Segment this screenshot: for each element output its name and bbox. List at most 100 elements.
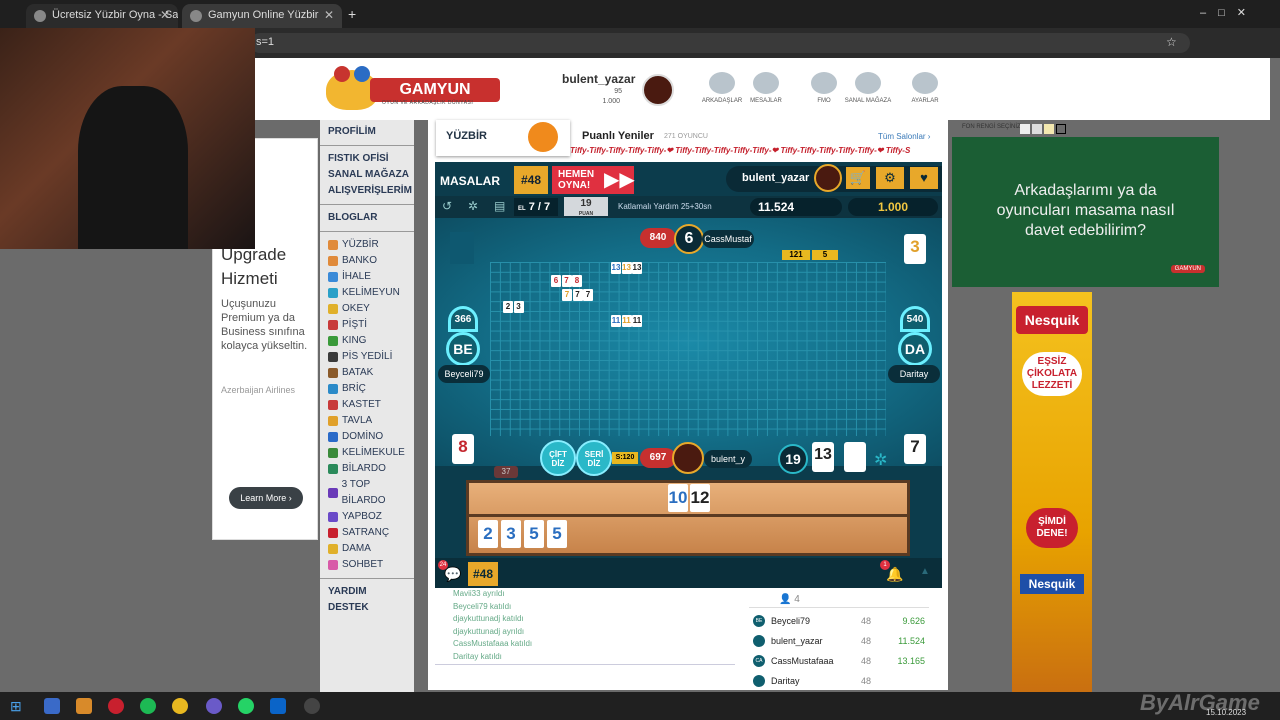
draw-pile[interactable] [844,442,866,472]
nav-purchases[interactable]: ALIŞVERİŞLERİM [320,183,414,199]
color-swatch[interactable] [1044,124,1054,134]
nav-game-item[interactable]: BANKO [320,253,414,269]
invite-ad[interactable]: Arkadaşlarımı ya da oyuncuları masama na… [952,137,1219,287]
app-icon[interactable] [304,698,320,714]
gear-icon[interactable]: ⚙ [876,167,904,189]
opera-icon[interactable] [108,698,124,714]
chrome-icon[interactable] [172,698,188,714]
avatar[interactable] [642,74,674,106]
table-tab[interactable]: #48 [468,562,498,586]
user-row[interactable]: Daritay 48 [753,672,929,692]
nav-game-item[interactable]: BATAK [320,365,414,381]
tables-button[interactable]: MASALAR [440,174,500,188]
new-tab-icon[interactable]: + [348,6,356,22]
discard-tile[interactable]: 7 [904,434,926,464]
nav-game-item[interactable]: KASTET [320,397,414,413]
game-selector[interactable]: YÜZBİR [436,120,570,156]
nav-help[interactable]: YARDIM [320,584,414,600]
series-button[interactable]: SERİ DİZ [576,440,612,476]
nav-game-item[interactable]: BRİÇ [320,381,414,397]
cart-icon[interactable]: 🛒 [846,167,870,189]
nesquik-ad[interactable]: Nesquik EŞSİZ ÇİKOLATA LEZZETİ ŞİMDİ DEN… [1012,292,1092,692]
bg-color-label: FON RENGİ SEÇİNİZ [962,124,1021,130]
user-row[interactable]: BE Beyceli79 48 9.626 [753,612,929,632]
nav-game-item[interactable]: KING [320,333,414,349]
close-icon[interactable]: ✕ [160,8,170,22]
clipboard-icon[interactable]: ▤ [494,199,505,213]
nav-game-item[interactable]: DOMİNO [320,429,414,445]
nav-game-item[interactable]: PİS YEDİLİ [320,349,414,365]
user-row[interactable]: CA CassMustafaaa 48 13.165 [753,652,929,672]
color-swatch[interactable] [1032,124,1042,134]
star-icon[interactable]: ☆ [1166,35,1177,49]
rack-tile[interactable]: 12 [690,484,710,512]
user-badge [753,675,765,687]
nav-game-item[interactable]: PİŞTİ [320,317,414,333]
browser-tab[interactable]: Ücretsiz Yüzbir Oyna - Salon Li✕ [26,4,178,28]
nav-game-item[interactable]: YÜZBİR [320,237,414,253]
user-row[interactable]: bulent_yazar 48 11.524 [753,632,929,652]
settings-icon[interactable]: ✲ [468,199,478,213]
all-rooms-link[interactable]: Tüm Salonlar › [878,132,930,141]
my-score: 697 [640,448,676,468]
nav-game-item[interactable]: 3 TOP BİLARDO [320,477,414,509]
gamyun-logo[interactable]: GAMYUN OYUN VE ARKADAŞLIK DÜNYASI [322,66,500,112]
rack-tile[interactable]: 5 [524,520,544,548]
nav-game-item[interactable]: SOHBET [320,557,414,573]
play-now-button[interactable]: HEMEN OYNA! [552,166,604,194]
app-icon[interactable] [44,698,60,714]
chat-icon[interactable]: 💬 [444,566,461,583]
gear-icon[interactable]: ✲ [874,450,887,470]
browser-tab-active[interactable]: Gamyun Online Yüzbir ✕ [182,4,342,28]
nav-game-item[interactable]: KELİMEKULE [320,445,414,461]
nav-game-item[interactable]: İHALE [320,269,414,285]
heart-icon[interactable]: ♥ [910,167,938,189]
collapse-icon[interactable]: ▲ [920,566,930,577]
learn-more-button[interactable]: Learn More › [229,487,303,509]
header-username[interactable]: bulent_yazar [562,72,635,86]
rack-tile[interactable]: 3 [501,520,521,548]
nav-virtual-store[interactable]: SANAL MAĞAZA [320,167,414,183]
right-player-name: Daritay [888,365,940,383]
discard-tile[interactable]: 3 [904,234,926,264]
app-icon[interactable] [76,698,92,714]
discard-tile[interactable]: 8 [452,434,474,464]
color-swatch[interactable] [1020,124,1030,134]
nav-game-item[interactable]: SATRANÇ [320,525,414,541]
nav-messages[interactable]: MESAJLAR [736,72,796,104]
nav-game-item[interactable]: DAMA [320,541,414,557]
chat-input[interactable] [435,664,735,684]
nav-store[interactable]: SANAL MAĞAZA [838,72,898,104]
nav-blogs[interactable]: BLOGLAR [320,210,414,226]
nav-profile[interactable]: PROFİLİM [320,124,414,140]
user-table: 48 [861,676,872,686]
whatsapp-icon[interactable] [238,698,254,714]
rack-tile[interactable]: 5 [547,520,567,548]
nav-support[interactable]: DESTEK [320,600,414,616]
spotify-icon[interactable] [140,698,156,714]
nav-game-item[interactable]: OKEY [320,301,414,317]
play-arrow-icon[interactable]: ▶▶ [604,166,635,194]
yuzbir-icon [528,122,558,152]
undo-icon[interactable]: ↺ [442,199,452,213]
meld-grid [490,262,886,436]
close-icon[interactable]: ✕ [324,8,334,22]
double-button[interactable]: ÇİFT DİZ [540,440,576,476]
nav-settings[interactable]: AYARLAR [895,72,955,104]
url-input[interactable]: s=1 [250,33,1190,53]
color-swatch[interactable] [1056,124,1066,134]
rack-tile[interactable]: 2 [478,520,498,548]
outlook-icon[interactable] [270,698,286,714]
app-icon[interactable] [206,698,222,714]
nav-game-item[interactable]: TAVLA [320,413,414,429]
nav-office[interactable]: FISTIK OFİSİ [320,151,414,167]
rack-tile[interactable]: 10 [668,484,688,512]
nav-game-item[interactable]: BİLARDO [320,461,414,477]
user-name: bulent_yazar [771,636,823,646]
nav-game-item[interactable]: KELİMEYUN [320,285,414,301]
window-controls[interactable]: –□✕ [1200,6,1258,19]
nav-game-item[interactable]: YAPBOZ [320,509,414,525]
windows-icon[interactable]: ⊞ [10,698,22,715]
top-player-name: CassMustaf [702,230,754,248]
bell-icon[interactable]: 🔔 [886,566,903,583]
